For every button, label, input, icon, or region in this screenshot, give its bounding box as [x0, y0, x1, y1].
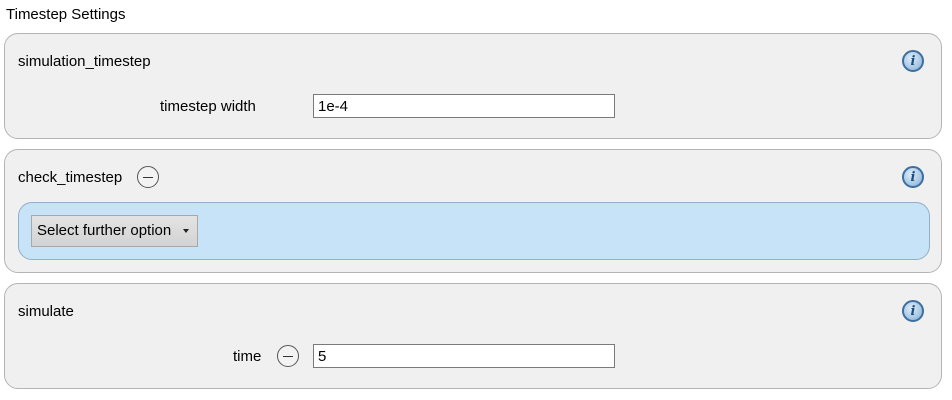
- info-icon[interactable]: i: [902, 166, 924, 188]
- select-further-option-dropdown[interactable]: Select further option: [31, 215, 199, 247]
- timestep-width-label: timestep width: [160, 98, 256, 115]
- group-title: check_timestep: [18, 169, 123, 186]
- group-simulate: simulate i time: [4, 283, 942, 389]
- timestep-width-input[interactable]: [313, 94, 615, 118]
- timestep-settings-window: Timestep Settings simulation_timestep i …: [0, 0, 952, 400]
- info-icon[interactable]: i: [902, 300, 924, 322]
- group-title: simulate: [18, 303, 74, 320]
- time-input[interactable]: [313, 344, 615, 368]
- caret-down-icon: [183, 229, 190, 233]
- group-simulation-timestep: simulation_timestep i timestep width: [4, 33, 942, 139]
- minus-circle-icon[interactable]: [137, 166, 159, 188]
- info-icon[interactable]: i: [902, 50, 924, 72]
- group-title: simulation_timestep: [18, 53, 151, 70]
- option-panel: Select further option: [18, 202, 930, 260]
- dropdown-label: Select further option: [37, 222, 172, 239]
- time-label: time: [233, 348, 262, 365]
- window-title: Timestep Settings: [6, 6, 126, 23]
- group-check-timestep: check_timestep i Select further option: [4, 149, 942, 273]
- minus-circle-icon[interactable]: [277, 345, 299, 367]
